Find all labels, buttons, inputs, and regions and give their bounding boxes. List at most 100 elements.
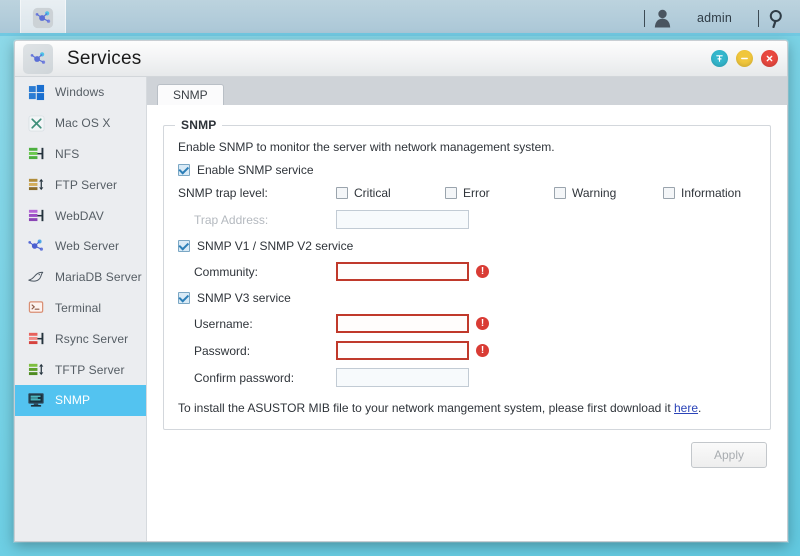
sidebar-item-snmp[interactable]: SNMP	[15, 384, 146, 416]
current-user-label: admin	[696, 11, 732, 25]
password-input[interactable]	[336, 341, 469, 360]
enable-snmp-service-checkbox[interactable]	[178, 164, 190, 176]
sidebar-item-label: SNMP	[55, 393, 91, 408]
sidebar-item-label: Mac OS X	[55, 116, 111, 131]
snmp-icon	[25, 389, 47, 411]
password-row: Password: !	[178, 341, 756, 360]
trap-level-option-warning[interactable]: Warning	[554, 186, 663, 200]
sidebar-item-web-server[interactable]: Web Server	[15, 231, 146, 262]
mib-download-link[interactable]: here	[674, 401, 698, 415]
sidebar-item-label: Rsync Server	[55, 331, 129, 346]
snmp-trap-level-label: SNMP trap level:	[178, 186, 268, 200]
trap-information-checkbox[interactable]	[663, 187, 675, 199]
trap-critical-label: Critical	[354, 186, 391, 200]
content-area: SNMP SNMP Enable SNMP to monitor the ser…	[147, 77, 787, 541]
sidebar-item-label: Web Server	[55, 239, 120, 254]
mariadb-icon	[25, 266, 47, 288]
snmp-fieldset: SNMP Enable SNMP to monitor the server w…	[163, 118, 771, 430]
services-app-icon	[32, 7, 54, 29]
minimize-window-button[interactable]	[736, 50, 753, 67]
desktop-topbar: admin	[0, 0, 800, 36]
sidebar-item-ftp-server[interactable]: FTP Server	[15, 169, 146, 200]
nfs-icon	[25, 143, 47, 165]
ftp-icon	[25, 174, 47, 196]
tab-snmp[interactable]: SNMP	[157, 84, 224, 106]
sidebar-item-label: NFS	[55, 146, 80, 161]
trap-warning-checkbox[interactable]	[554, 187, 566, 199]
window-body: Windows Mac OS X NFS FTP Server WebDAV W…	[15, 77, 787, 541]
sidebar-item-label: WebDAV	[55, 208, 104, 223]
snmp-tab-panel: SNMP Enable SNMP to monitor the server w…	[147, 105, 787, 541]
tab-strip: SNMP	[147, 77, 787, 106]
trap-address-input[interactable]	[336, 210, 469, 229]
sidebar-item-webdav[interactable]: WebDAV	[15, 200, 146, 231]
apply-bar: Apply	[163, 430, 771, 468]
trap-level-option-information[interactable]: Information	[663, 186, 772, 200]
apply-button[interactable]: Apply	[690, 442, 767, 468]
error-icon: !	[476, 344, 489, 357]
rsync-icon	[25, 328, 47, 350]
sidebar-item-label: Terminal	[55, 300, 102, 315]
sidebar-item-label: Windows	[55, 85, 105, 100]
webserver-icon	[25, 235, 47, 257]
tftp-icon	[25, 359, 47, 381]
community-row: Community: !	[178, 262, 756, 281]
trap-error-checkbox[interactable]	[445, 187, 457, 199]
sidebar-item-nfs[interactable]: NFS	[15, 139, 146, 170]
taskbar-services-app-button[interactable]	[20, 0, 66, 36]
services-app-icon	[23, 43, 53, 74]
password-label: Password:	[194, 343, 251, 358]
enable-snmp-service-row[interactable]: Enable SNMP service	[178, 163, 756, 177]
trap-level-option-error[interactable]: Error	[445, 186, 554, 200]
snmp-v3-checkbox[interactable]	[178, 292, 190, 304]
search-icon[interactable]	[768, 9, 786, 28]
trap-address-row: Trap Address:	[178, 210, 756, 229]
sidebar-item-tftp-server[interactable]: TFTP Server	[15, 354, 146, 385]
sidebar-item-rsync-server[interactable]: Rsync Server	[15, 323, 146, 354]
sidebar-item-terminal[interactable]: Terminal	[15, 293, 146, 324]
community-label: Community:	[194, 264, 259, 279]
username-row: Username: !	[178, 314, 756, 333]
username-input[interactable]	[336, 314, 469, 333]
snmp-trap-level-row: SNMP trap level: Critical Error Warning	[178, 186, 756, 200]
close-window-button[interactable]	[761, 50, 778, 67]
topbar-divider-1	[643, 9, 645, 27]
snmp-v3-label: SNMP V3 service	[197, 291, 291, 305]
confirm-password-input[interactable]	[336, 368, 469, 387]
confirm-password-row: Confirm password:	[178, 368, 756, 387]
snmp-fieldset-legend: SNMP	[175, 118, 223, 132]
sidebar-item-label: FTP Server	[55, 177, 118, 192]
sidebar-item-label: TFTP Server	[55, 362, 125, 377]
trap-information-label: Information	[681, 186, 742, 200]
page-title: Services	[67, 47, 142, 69]
pin-window-button[interactable]	[711, 50, 728, 67]
mib-footnote-suffix: .	[698, 401, 702, 415]
window-controls	[711, 50, 778, 67]
trap-warning-label: Warning	[572, 186, 617, 200]
window-titlebar[interactable]: Services	[15, 41, 787, 77]
macosx-icon	[25, 112, 47, 134]
sidebar-item-windows[interactable]: Windows	[15, 77, 146, 108]
snmp-v3-service-row[interactable]: SNMP V3 service	[178, 291, 756, 305]
community-input[interactable]	[336, 262, 469, 281]
terminal-icon	[25, 297, 47, 319]
mib-footnote: To install the ASUSTOR MIB file to your …	[178, 401, 756, 415]
services-sidebar: Windows Mac OS X NFS FTP Server WebDAV W…	[15, 77, 147, 541]
sidebar-item-mac-os-x[interactable]: Mac OS X	[15, 108, 146, 139]
webdav-icon	[25, 205, 47, 227]
snmp-v1-v2-checkbox[interactable]	[178, 240, 190, 252]
snmp-v1-v2-service-row[interactable]: SNMP V1 / SNMP V2 service	[178, 239, 756, 253]
close-icon	[766, 55, 773, 62]
error-icon: !	[476, 317, 489, 330]
topbar-right-cluster: admin	[643, 0, 800, 36]
snmp-v1-v2-label: SNMP V1 / SNMP V2 service	[197, 239, 354, 253]
trap-level-option-critical[interactable]: Critical	[336, 186, 445, 200]
snmp-description: Enable SNMP to monitor the server with n…	[178, 140, 555, 154]
trap-critical-checkbox[interactable]	[336, 187, 348, 199]
error-icon: !	[476, 265, 489, 278]
sidebar-item-label: MariaDB Server	[55, 270, 142, 285]
trap-address-label: Trap Address:	[194, 212, 269, 227]
trap-error-label: Error	[463, 186, 490, 200]
user-icon[interactable]	[654, 9, 671, 28]
sidebar-item-mariadb-server[interactable]: MariaDB Server	[15, 262, 146, 293]
